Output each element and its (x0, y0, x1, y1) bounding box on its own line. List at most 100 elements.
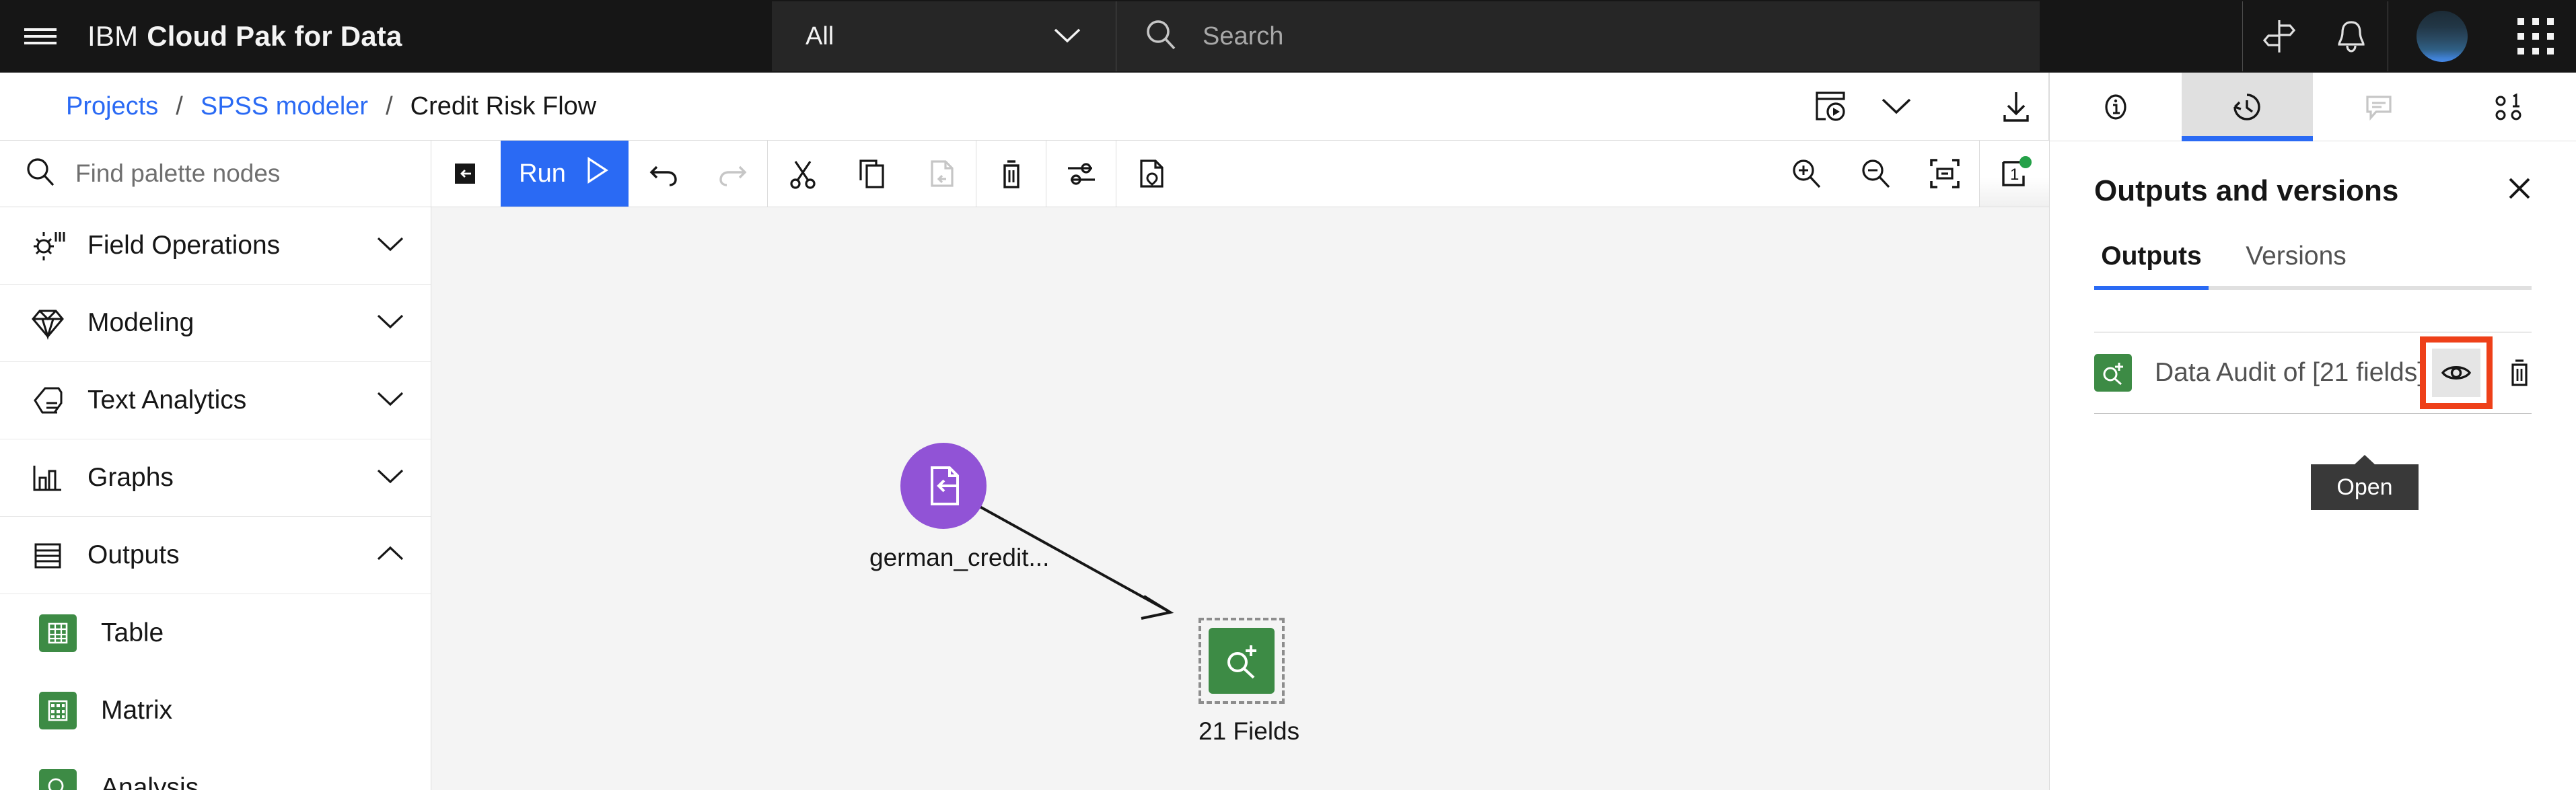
breadcrumb-item-projects[interactable]: Projects (66, 92, 158, 121)
tab-information[interactable] (2050, 73, 2182, 141)
breadcrumb-item-spss-modeler[interactable]: SPSS modeler (201, 92, 368, 121)
brand-name: Cloud Pak for Data (147, 20, 402, 52)
download-icon[interactable] (1983, 73, 2049, 140)
outputs-badge-count-text: 1 (2010, 166, 2019, 184)
app-root: IBM Cloud Pak for Data All Search Projec… (0, 0, 2576, 790)
subtab-outputs[interactable]: Outputs (2094, 242, 2209, 290)
palette-node-analysis[interactable]: Analysis (0, 749, 431, 790)
run-settings-button[interactable] (1046, 141, 1116, 207)
close-icon[interactable] (2498, 171, 2541, 211)
tab-comments[interactable] (2313, 73, 2445, 141)
table-node-icon (39, 614, 77, 652)
chevron-down-icon (377, 468, 404, 489)
zoom-to-fit-button[interactable] (1910, 141, 1979, 207)
delete-button[interactable] (976, 141, 1046, 207)
tab-parameters[interactable] (2444, 73, 2576, 141)
chevron-down-icon (377, 236, 404, 256)
chevron-up-icon (377, 545, 404, 566)
trash-icon[interactable] (2498, 349, 2541, 397)
palette-category-label: Modeling (87, 308, 194, 337)
palette-category-label: Text Analytics (87, 386, 247, 415)
brand-prefix: IBM (87, 20, 139, 52)
notification-bell-icon[interactable] (2315, 1, 2388, 71)
list-divider (2094, 413, 2532, 414)
output-actions (2420, 336, 2541, 409)
create-job-icon[interactable] (1797, 73, 1863, 140)
palette-category-field-operations[interactable]: Field Operations (0, 207, 431, 285)
hamburger-menu-icon[interactable] (0, 0, 81, 72)
hamburger-bar (24, 41, 57, 44)
open-output-button-wrapper (2420, 336, 2493, 409)
brand-title[interactable]: IBM Cloud Pak for Data (81, 0, 402, 72)
chevron-down-icon (377, 390, 404, 411)
redo-button[interactable] (698, 141, 767, 207)
collapse-palette-icon[interactable] (431, 141, 501, 207)
panel-header: Outputs and versions (2050, 141, 2576, 211)
flow-toolbar: Run 1 (431, 141, 2049, 207)
global-search-placeholder: Search (1203, 22, 1284, 50)
undo-button[interactable] (629, 141, 698, 207)
graphs-bar-chart-icon (30, 460, 66, 495)
run-button[interactable]: Run (501, 141, 629, 207)
search-icon (24, 156, 57, 192)
data-audit-node[interactable]: 21 Fields (1198, 618, 1299, 746)
node-palette: Find palette nodes Field Operations Mode… (0, 141, 431, 790)
chevron-down-icon (1054, 22, 1081, 51)
breadcrumb-separator: / (386, 92, 393, 120)
palette-category-text-analytics[interactable]: Text Analytics (0, 362, 431, 439)
flow-canvas[interactable]: german_credit... 21 Fields (431, 207, 2049, 790)
matrix-node-icon (39, 691, 77, 729)
cut-button[interactable] (768, 141, 837, 207)
palette-node-table[interactable]: Table (0, 594, 431, 672)
global-search-input[interactable]: Search (1116, 1, 2040, 71)
header-actions (2242, 1, 2576, 71)
output-name: Data Audit of [21 fields] (2155, 358, 2425, 387)
eye-icon[interactable] (2432, 349, 2480, 397)
data-audit-magnifier-plus-icon (1209, 628, 1275, 694)
search-scope-dropdown[interactable]: All (772, 1, 1116, 71)
palette-category-label: Outputs (87, 540, 180, 569)
palette-node-matrix[interactable]: Matrix (0, 672, 431, 749)
text-analytics-tag-icon (30, 383, 66, 418)
palette-search-input[interactable]: Find palette nodes (0, 141, 431, 207)
palette-node-label: Table (101, 618, 164, 647)
signpost-icon[interactable] (2242, 1, 2315, 71)
global-header: IBM Cloud Pak for Data All Search (0, 0, 2576, 73)
subtab-versions[interactable]: Versions (2209, 242, 2384, 290)
paste-button[interactable] (906, 141, 976, 207)
panel-tab-strip (2050, 73, 2576, 141)
save-as-button[interactable] (1116, 141, 1186, 207)
modeling-gem-icon (30, 306, 66, 340)
chevron-down-icon[interactable] (1863, 73, 1929, 140)
tooltip-content: Open (2311, 455, 2419, 510)
search-scope-value: All (806, 22, 834, 50)
breadcrumb-bar: Projects / SPSS modeler / Credit Risk Fl… (0, 73, 2049, 141)
palette-category-label: Field Operations (87, 231, 281, 260)
zoom-in-button[interactable] (1771, 141, 1840, 207)
breadcrumb-separator: / (176, 92, 183, 120)
copy-button[interactable] (837, 141, 906, 207)
zoom-out-button[interactable] (1840, 141, 1910, 207)
breadcrumb-item-current: Credit Risk Flow (410, 92, 597, 120)
avatar[interactable] (2388, 1, 2495, 71)
data-audit-magnifier-plus-icon (2094, 354, 2132, 392)
palette-category-outputs[interactable]: Outputs (0, 517, 431, 594)
list-item[interactable]: Data Audit of [21 fields] (2050, 332, 2576, 413)
page-title: Outputs and versions (2094, 174, 2399, 207)
avatar-image (2416, 11, 2468, 62)
hamburger-bar (24, 34, 57, 38)
node-selection-outline (1198, 618, 1285, 704)
outputs-list: Data Audit of [21 fields] (2050, 332, 2576, 414)
play-icon (583, 156, 610, 191)
palette-category-graphs[interactable]: Graphs (0, 439, 431, 517)
search-icon (1143, 17, 1178, 56)
data-import-icon (900, 443, 987, 529)
german-credit-source-node[interactable]: german_credit... (869, 443, 1049, 572)
tab-outputs-versions[interactable] (2181, 73, 2313, 141)
app-switcher-grid-icon[interactable] (2495, 1, 2576, 71)
subtab-underline-fill (2384, 242, 2532, 290)
palette-category-modeling[interactable]: Modeling (0, 285, 431, 362)
palette-search-placeholder: Find palette nodes (75, 159, 281, 187)
outputs-badge-button[interactable]: 1 (1980, 141, 2049, 207)
